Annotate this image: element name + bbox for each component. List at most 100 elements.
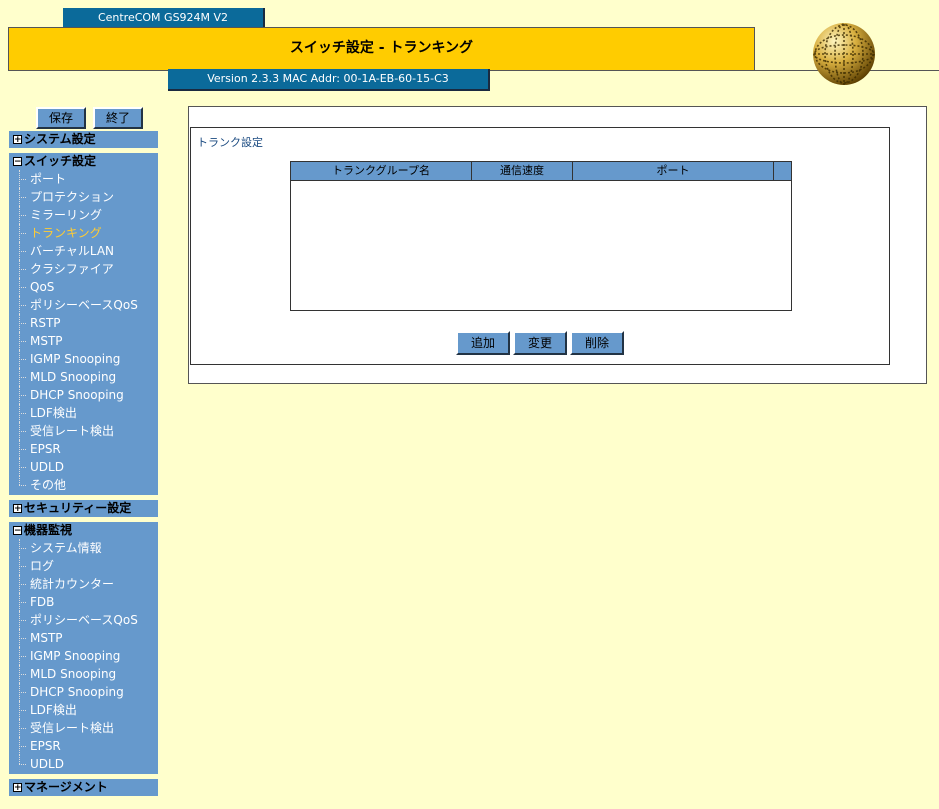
nav-item-label: DHCP Snooping <box>30 685 124 699</box>
tree-connector <box>16 242 30 260</box>
exit-button[interactable]: 終了 <box>93 107 143 129</box>
switch-item[interactable]: バーチャルLAN <box>9 242 158 260</box>
switch-item[interactable]: ポリシーベースQoS <box>9 296 158 314</box>
tree-connector <box>16 719 30 737</box>
monitor-item[interactable]: ポリシーベースQoS <box>9 611 158 629</box>
switch-item[interactable]: UDLD <box>9 458 158 476</box>
collapse-icon: − <box>13 526 22 536</box>
switch-item[interactable]: トランキング <box>9 224 158 242</box>
tree-connector <box>16 737 30 755</box>
monitor-item[interactable]: 統計カウンター <box>9 575 158 593</box>
tree-connector <box>16 206 30 224</box>
tree-connector <box>16 629 30 647</box>
switch-item[interactable]: MSTP <box>9 332 158 350</box>
edit-button[interactable]: 変更 <box>513 331 567 355</box>
tree-connector <box>16 539 30 557</box>
tree-connector <box>16 188 30 206</box>
nav-item-label: 受信レート検出 <box>30 424 115 438</box>
globe-logo-icon <box>813 23 875 85</box>
monitor-item[interactable]: UDLD <box>9 755 158 773</box>
switch-item[interactable]: QoS <box>9 278 158 296</box>
delete-button[interactable]: 削除 <box>570 331 624 355</box>
expand-icon: + <box>13 504 22 514</box>
tree-connector <box>16 170 30 188</box>
switch-item[interactable]: RSTP <box>9 314 158 332</box>
monitor-menu: システム情報ログ統計カウンター FDB ポリシーベースQoS MSTP IGMP Sno… <box>9 539 158 774</box>
section-switch-settings[interactable]: − スイッチ設定 <box>9 153 158 170</box>
nav-item-label: プロテクション <box>30 190 115 204</box>
switch-item[interactable]: DHCP Snooping <box>9 386 158 404</box>
monitor-item[interactable]: FDB <box>9 593 158 611</box>
column-header-spacer <box>774 162 791 180</box>
nav-item-label: MSTP <box>30 334 63 348</box>
nav-item-label: IGMP Snooping <box>30 352 121 366</box>
monitor-item[interactable]: EPSR <box>9 737 158 755</box>
switch-item[interactable]: LDF検出 <box>9 404 158 422</box>
nav-item-label: FDB <box>30 595 55 609</box>
nav-item-label: 統計カウンター <box>30 577 115 591</box>
save-button[interactable]: 保存 <box>36 107 86 129</box>
model-tab: CentreCOM GS924M V2 <box>63 8 265 28</box>
column-header-speed[interactable]: 通信速度 <box>472 162 573 180</box>
version-info: Version 2.3.3 MAC Addr: 00-1A-EB-60-15-C… <box>168 69 490 91</box>
nav-item-label: RSTP <box>30 316 61 330</box>
nav-item-label: QoS <box>30 280 55 294</box>
monitor-item[interactable]: LDF検出 <box>9 701 158 719</box>
section-system-settings[interactable]: + システム設定 <box>9 131 158 148</box>
switch-menu: ポートプロテクションミラーリング トランキング バーチャルLAN クラシファイア QoS… <box>9 170 158 495</box>
monitor-item[interactable]: ログ <box>9 557 158 575</box>
column-header-trunk-group[interactable]: トランクグループ名 <box>291 162 472 180</box>
monitor-item[interactable]: システム情報 <box>9 539 158 557</box>
nav-item-label: IGMP Snooping <box>30 649 121 663</box>
monitor-item[interactable]: IGMP Snooping <box>9 647 158 665</box>
nav-item-label: EPSR <box>30 739 61 753</box>
switch-item[interactable]: ポート <box>9 170 158 188</box>
tree-connector <box>16 368 30 386</box>
tree-connector <box>16 701 30 719</box>
nav-item-label: その他 <box>30 478 67 492</box>
tree-connector <box>16 224 30 242</box>
tree-connector <box>16 278 30 296</box>
monitor-item[interactable]: MLD Snooping <box>9 665 158 683</box>
nav-item-label: LDF検出 <box>30 703 77 717</box>
expand-icon: + <box>13 135 22 145</box>
nav-item-label: LDF検出 <box>30 406 77 420</box>
section-management[interactable]: + マネージメント <box>9 779 158 796</box>
tree-connector <box>16 260 30 278</box>
nav-item-label: MLD Snooping <box>30 667 117 681</box>
trunk-table: トランクグループ名 通信速度 ポート <box>290 161 792 311</box>
section-label: 機器監視 <box>24 523 73 537</box>
tree-connector <box>16 755 30 773</box>
nav-item-label: UDLD <box>30 757 64 771</box>
switch-item[interactable]: クラシファイア <box>9 260 158 278</box>
switch-item[interactable]: EPSR <box>9 440 158 458</box>
nav-item-label: システム情報 <box>30 541 102 555</box>
tree-connector <box>16 665 30 683</box>
switch-item[interactable]: その他 <box>9 476 158 494</box>
nav-item-label: MSTP <box>30 631 63 645</box>
switch-item[interactable]: プロテクション <box>9 188 158 206</box>
switch-item[interactable]: MLD Snooping <box>9 368 158 386</box>
monitor-item[interactable]: 受信レート検出 <box>9 719 158 737</box>
section-device-monitoring[interactable]: − 機器監視 <box>9 522 158 539</box>
section-title: トランク設定 <box>197 136 263 149</box>
switch-item[interactable]: ミラーリング <box>9 206 158 224</box>
tree-connector <box>16 332 30 350</box>
monitor-item[interactable]: DHCP Snooping <box>9 683 158 701</box>
tree-connector <box>16 557 30 575</box>
nav-item-label: ポリシーベースQoS <box>30 298 138 312</box>
add-button[interactable]: 追加 <box>456 331 510 355</box>
monitor-item[interactable]: MSTP <box>9 629 158 647</box>
column-header-port[interactable]: ポート <box>573 162 774 180</box>
tree-connector <box>16 314 30 332</box>
switch-item[interactable]: 受信レート検出 <box>9 422 158 440</box>
tree-connector <box>16 476 30 494</box>
nav-item-label: MLD Snooping <box>30 370 117 384</box>
section-security-settings[interactable]: + セキュリティー設定 <box>9 500 158 517</box>
expand-icon: + <box>13 783 22 793</box>
tree-connector <box>16 458 30 476</box>
tree-connector <box>16 647 30 665</box>
switch-item[interactable]: IGMP Snooping <box>9 350 158 368</box>
tree-connector <box>16 575 30 593</box>
section-label: セキュリティー設定 <box>24 501 132 515</box>
